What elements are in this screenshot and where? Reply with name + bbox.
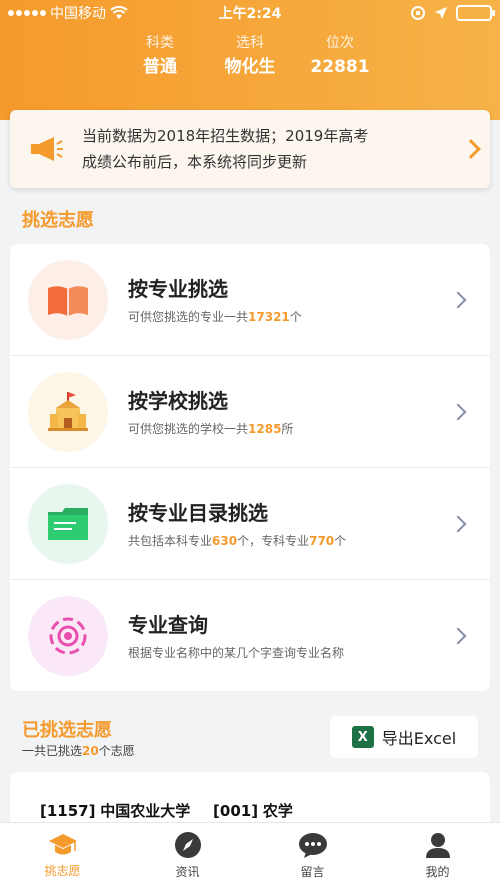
tab-label: 我的 <box>425 864 450 879</box>
stat-rank: 位次 22881 <box>295 32 385 92</box>
chevron-right-icon <box>461 139 481 159</box>
status-bar: 中国移动 上午2:24 <box>0 0 500 26</box>
book-icon <box>28 259 108 340</box>
option-title: 专业查询 <box>128 613 208 637</box>
major-code: [001] <box>213 802 259 820</box>
stat-value: 物化生 <box>224 57 276 77</box>
megaphone-icon <box>31 137 63 161</box>
stat-label: 选科 <box>236 35 264 51</box>
status-time: 上午2:24 <box>218 6 282 22</box>
tab-news[interactable]: 资讯 <box>125 823 250 887</box>
stat-category: 科类 普通 <box>115 32 205 92</box>
option-by-catalog[interactable]: 按专业目录挑选 共包括本科专业630个，专科专业770个 <box>10 468 490 580</box>
major-name: 农学 <box>262 802 293 820</box>
tab-choose[interactable]: 挑志愿 <box>0 823 125 887</box>
option-subtitle: 可供您挑选的专业一共17321个 <box>128 309 302 324</box>
choose-options-card: 按专业挑选 可供您挑选的专业一共17321个 按学校挑选 可供您挑选的学校一共1… <box>10 244 490 691</box>
score-summary: 科类 普通 选科 物化生 位次 22881 <box>0 32 500 92</box>
stat-value: 普通 <box>143 57 177 77</box>
user-icon <box>425 832 450 858</box>
location-icon <box>435 7 447 19</box>
tab-label: 资讯 <box>175 864 200 879</box>
option-by-school[interactable]: 按学校挑选 可供您挑选的学校一共1285所 <box>10 356 490 468</box>
chevron-right-icon <box>449 403 467 420</box>
battery-icon <box>456 5 495 21</box>
wifi-icon <box>110 6 128 19</box>
section-title-picked: 已挑选志愿 <box>22 720 112 741</box>
carrier-label: 中国移动 <box>50 6 106 22</box>
chevron-right-icon <box>449 627 467 645</box>
folder-icon <box>28 483 108 564</box>
tab-label: 挑志愿 <box>44 863 81 878</box>
signal-icon <box>8 10 46 16</box>
chevron-right-icon <box>449 515 467 532</box>
target-icon <box>28 596 108 676</box>
export-label: 导出Excel <box>381 729 457 748</box>
option-subtitle: 共包括本科专业630个，专科专业770个 <box>128 533 347 548</box>
tab-bar: 挑志愿 资讯 留言 我的 <box>0 822 500 887</box>
notice-banner[interactable]: 当前数据为2018年招生数据；2019年高考 成绩公布前后，本系统将同步更新 <box>10 110 490 188</box>
stat-subjects: 选科 物化生 <box>205 32 295 92</box>
option-subtitle: 根据专业名称中的某几个字查询专业名称 <box>128 646 345 660</box>
rotation-lock-icon <box>411 6 425 20</box>
option-title: 按专业挑选 <box>128 276 228 301</box>
stat-label: 科类 <box>146 35 174 51</box>
picked-count: 一共已挑选20个志愿 <box>22 744 135 758</box>
chevron-right-icon <box>449 291 467 308</box>
school-code: [1157] <box>40 802 96 820</box>
school-name: 中国农业大学 <box>100 802 191 820</box>
graduation-cap-icon <box>48 833 77 854</box>
stat-label: 位次 <box>326 35 354 51</box>
stat-value: 22881 <box>310 57 370 77</box>
option-major-search[interactable]: 专业查询 根据专业名称中的某几个字查询专业名称 <box>10 580 490 692</box>
compass-icon <box>174 831 201 858</box>
option-title: 按学校挑选 <box>128 388 228 413</box>
notice-line: 成绩公布前后，本系统将同步更新 <box>82 153 308 171</box>
option-title: 按专业目录挑选 <box>128 500 268 525</box>
option-subtitle: 可供您挑选的学校一共1285所 <box>128 421 294 436</box>
tab-profile[interactable]: 我的 <box>375 823 500 887</box>
header-banner: 中国移动 上午2:24 科类 普通 选科 物化生 位次 22881 <box>0 0 500 120</box>
excel-icon: X <box>351 726 374 748</box>
export-excel-button[interactable]: X 导出Excel <box>330 716 478 758</box>
option-by-major[interactable]: 按专业挑选 可供您挑选的专业一共17321个 <box>10 244 490 356</box>
notice-line: 当前数据为2018年招生数据；2019年高考 <box>82 127 369 145</box>
tab-label: 留言 <box>300 864 325 879</box>
school-icon <box>28 371 108 452</box>
section-title-choose: 挑选志愿 <box>22 210 94 231</box>
chat-icon <box>298 832 327 858</box>
tab-message[interactable]: 留言 <box>250 823 375 887</box>
